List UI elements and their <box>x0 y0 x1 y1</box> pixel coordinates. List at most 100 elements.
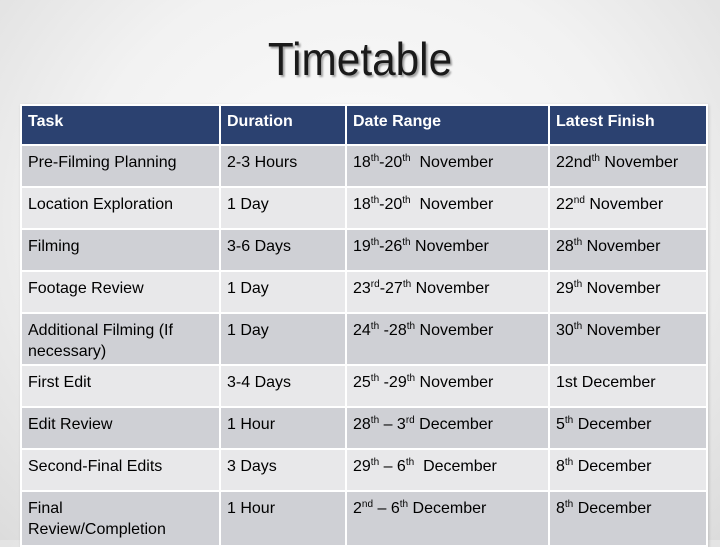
ordinal-suffix: th <box>406 373 416 384</box>
latest-finish-cell: 30th November <box>548 312 708 366</box>
date-text: 22nd <box>556 154 592 171</box>
latest-finish-cell: 1st December <box>548 364 708 408</box>
date-text: November <box>582 238 661 255</box>
header-duration: Duration <box>219 104 347 146</box>
latest-finish-cell: 5th December <box>548 406 708 450</box>
date-text: November <box>582 280 661 297</box>
date-text: November <box>599 154 679 171</box>
ordinal-suffix: th <box>370 415 380 426</box>
ordinal-suffix: th <box>402 195 411 206</box>
date-text: 1st December <box>556 374 656 391</box>
page-title: Timetable <box>267 33 453 85</box>
ordinal-suffix: th <box>573 321 583 332</box>
date-text: November <box>410 238 489 255</box>
date-text: 28 <box>353 416 371 433</box>
date-text: November <box>410 154 494 171</box>
date-text: November <box>411 280 490 297</box>
header-latest-finish: Latest Finish <box>548 104 708 146</box>
ordinal-suffix: th <box>402 279 412 290</box>
date-text: 18 <box>353 196 371 213</box>
table-row: First Edit 3-4 Days 25th -29th November 1st… <box>20 364 708 408</box>
date-text: 5 <box>556 416 565 433</box>
latest-finish-cell: 8th December <box>548 448 708 492</box>
date-text: 28 <box>556 238 574 255</box>
duration-cell: 3-6 Days <box>219 228 347 272</box>
date-text: 29 <box>556 280 574 297</box>
date-text: 8 <box>556 500 565 517</box>
ordinal-suffix: th <box>573 237 583 248</box>
date-text: -27 <box>379 280 403 297</box>
ordinal-suffix: th <box>406 321 416 332</box>
task-cell: Second-Final Edits <box>20 448 221 492</box>
date-text: 23 <box>353 280 371 297</box>
table-row: Footage Review 1 Day 23rd-27th November 29t… <box>20 270 708 314</box>
latest-finish-cell: 29th November <box>548 270 708 314</box>
date-range-cell: 19th-26th November <box>345 228 550 272</box>
ordinal-suffix: th <box>564 415 574 426</box>
date-text: 30 <box>556 322 574 339</box>
ordinal-suffix: th <box>591 153 600 164</box>
task-cell: Pre-Filming Planning <box>20 144 221 188</box>
header-task: Task <box>20 104 221 146</box>
latest-finish-cell: 22ndth November <box>548 144 708 188</box>
date-text: December <box>573 458 652 475</box>
date-text: 18 <box>353 154 371 171</box>
date-text: 29 <box>353 458 371 475</box>
date-text: -28 <box>379 322 407 339</box>
date-text: December <box>573 416 652 433</box>
date-range-cell: 24th -28th November <box>345 312 550 366</box>
ordinal-suffix: rd <box>370 279 380 290</box>
date-text: 24 <box>353 322 371 339</box>
duration-cell: 1 Hour <box>219 490 347 547</box>
task-cell: Location Exploration <box>20 186 221 230</box>
date-text: -20 <box>379 196 403 213</box>
date-text: -26 <box>379 238 403 255</box>
task-cell: Final Review/Completion <box>20 490 221 547</box>
date-text: 25 <box>353 374 371 391</box>
date-range-cell: 23rd-27th November <box>345 270 550 314</box>
date-range-cell: 18th-20th November <box>345 186 550 230</box>
duration-cell: 1 Hour <box>219 406 347 450</box>
ordinal-suffix: th <box>402 237 411 248</box>
date-text: November <box>584 196 664 213</box>
date-range-cell: 28th – 3rd December <box>345 406 550 450</box>
latest-finish-cell: 28th November <box>548 228 708 272</box>
table-row: Edit Review 1 Hour 28th – 3rd December 5th … <box>20 406 708 450</box>
ordinal-suffix: th <box>402 153 411 164</box>
ordinal-suffix: rd <box>405 415 415 426</box>
ordinal-suffix: th <box>399 499 409 510</box>
date-text: 8 <box>556 458 565 475</box>
latest-finish-cell: 8th December <box>548 490 708 547</box>
duration-cell: 1 Day <box>219 270 347 314</box>
ordinal-suffix: th <box>370 373 380 384</box>
date-text: November <box>415 374 494 391</box>
task-cell: Footage Review <box>20 270 221 314</box>
timetable: Task Duration Date Range Latest Finish P… <box>20 104 708 547</box>
date-text: 2 <box>353 500 362 517</box>
ordinal-suffix: th <box>370 457 380 468</box>
date-text: December <box>573 500 652 517</box>
ordinal-suffix: th <box>370 195 380 206</box>
ordinal-suffix: th <box>564 457 574 468</box>
ordinal-suffix: th <box>370 153 380 164</box>
date-text: – 6 <box>373 500 400 517</box>
duration-cell: 3-4 Days <box>219 364 347 408</box>
table-row: Final Review/Completion 1 Hour 2nd – 6th D… <box>20 490 708 547</box>
date-text: November <box>582 322 661 339</box>
ordinal-suffix: th <box>564 499 574 510</box>
date-text: December <box>414 416 493 433</box>
table-row: Filming 3-6 Days 19th-26th November 28th No… <box>20 228 708 272</box>
duration-cell: 1 Day <box>219 312 347 366</box>
date-range-cell: 2nd – 6th December <box>345 490 550 547</box>
date-text: -29 <box>379 374 407 391</box>
table-row: Second-Final Edits 3 Days 29th – 6th Decem… <box>20 448 708 492</box>
date-text: 22 <box>556 196 574 213</box>
duration-cell: 3 Days <box>219 448 347 492</box>
ordinal-suffix: nd <box>361 499 374 510</box>
duration-cell: 1 Day <box>219 186 347 230</box>
table-row: Additional Filming (If necessary) 1 Day 24… <box>20 312 708 366</box>
date-range-cell: 18th-20th November <box>345 144 550 188</box>
date-text: November <box>410 196 494 213</box>
date-range-cell: 29th – 6th December <box>345 448 550 492</box>
ordinal-suffix: nd <box>573 195 585 206</box>
